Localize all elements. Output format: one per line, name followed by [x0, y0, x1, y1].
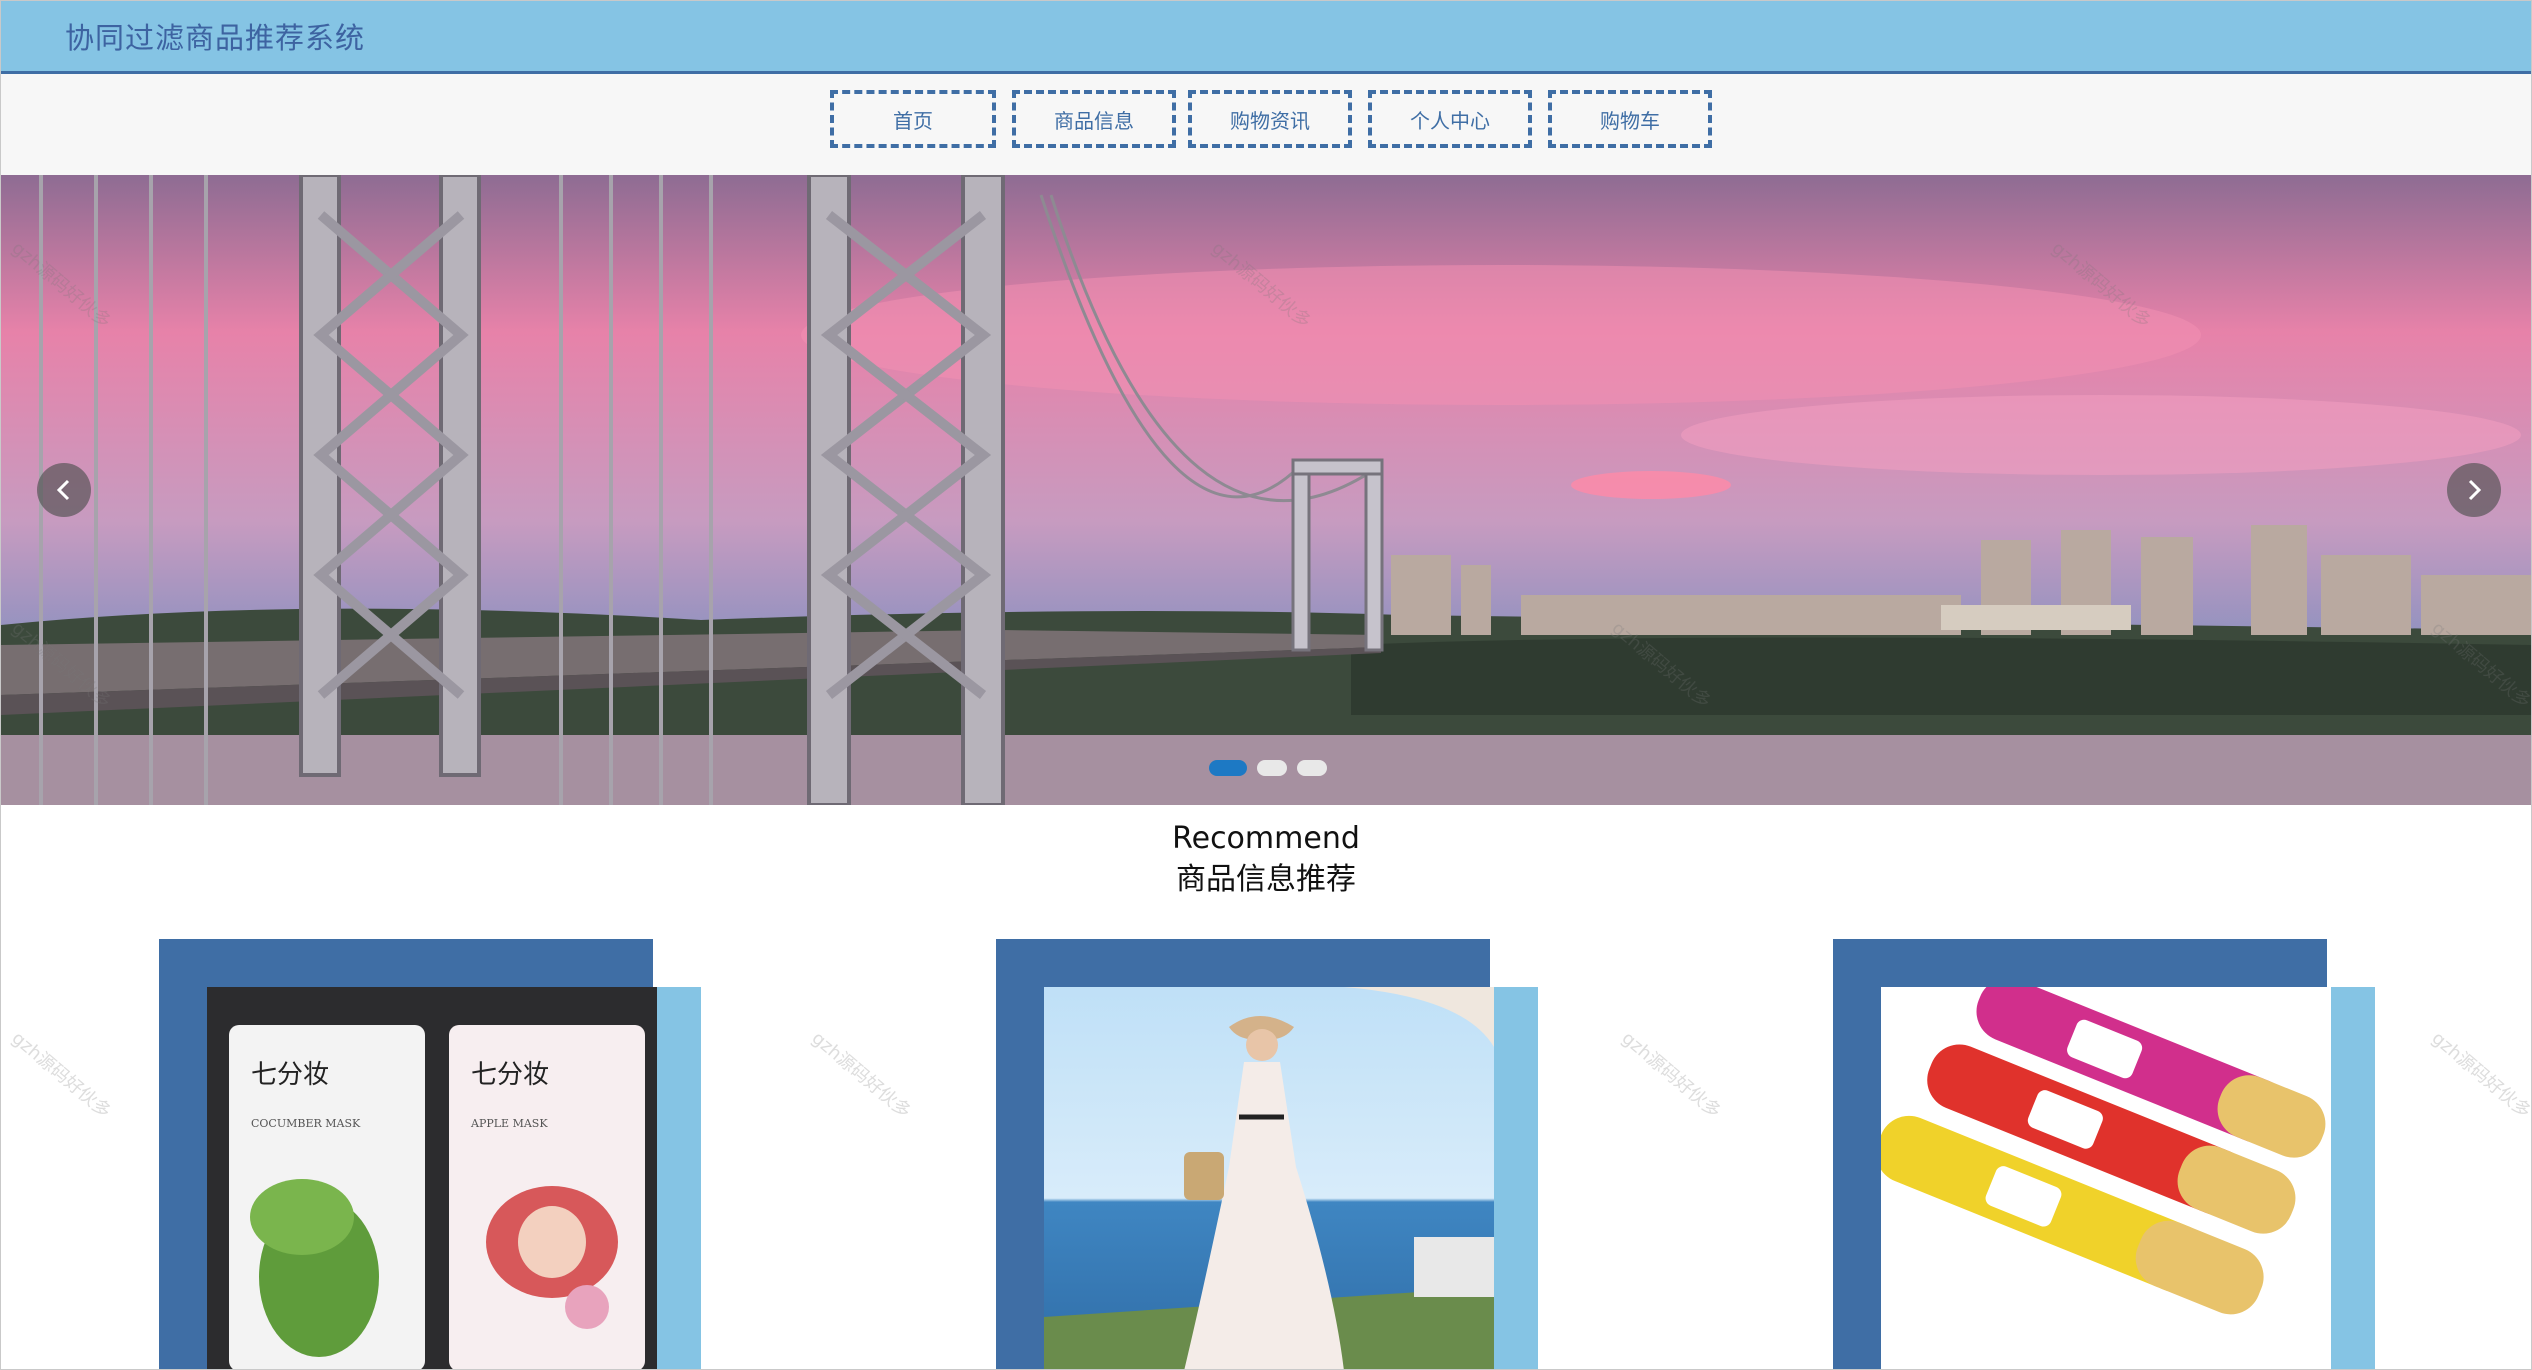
product-card-masks[interactable]: 七分妆 七分妆 COCUMBER MASK APPLE MASK: [159, 939, 733, 1369]
app-header: 协同过滤商品推荐系统: [1, 1, 2531, 74]
recommend-title-cn: 商品信息推荐: [1176, 862, 1356, 897]
carousel-next-button[interactable]: [2447, 463, 2501, 517]
product-card-chips[interactable]: [1833, 939, 2407, 1369]
carousel-indicator-3[interactable]: [1297, 760, 1327, 776]
product-card-dress[interactable]: [996, 939, 1570, 1369]
carousel-indicator-2[interactable]: [1257, 760, 1287, 776]
product-image-chips: [1881, 987, 2331, 1369]
nav-cart[interactable]: 购物车: [1548, 90, 1712, 148]
nav-home[interactable]: 首页: [830, 90, 996, 148]
watermark: gzh源码好伙多: [807, 1027, 915, 1123]
watermark: gzh源码好伙多: [1617, 1027, 1725, 1123]
recommend-title-en: Recommend: [1172, 821, 1360, 856]
product-image-masks: 七分妆 七分妆 COCUMBER MASK APPLE MASK: [207, 987, 657, 1369]
chevron-left-icon: [56, 479, 70, 501]
chevron-right-icon: [2468, 479, 2482, 501]
carousel-prev-button[interactable]: [37, 463, 91, 517]
carousel-indicator-1[interactable]: [1209, 760, 1247, 776]
nav-personal-center[interactable]: 个人中心: [1368, 90, 1532, 148]
nav-shopping-news[interactable]: 购物资讯: [1188, 90, 1352, 148]
mask-left-brand: 七分妆: [251, 1060, 329, 1090]
page-frame: 协同过滤商品推荐系统 首页 商品信息 购物资讯 个人中心 购物车 Recomme…: [0, 0, 2532, 1370]
nav-products[interactable]: 商品信息: [1012, 90, 1176, 148]
card-accent: [2327, 987, 2375, 1369]
main-nav: 首页 商品信息 购物资讯 个人中心 购物车: [1, 74, 2531, 175]
app-title: 协同过滤商品推荐系统: [65, 21, 366, 55]
card-accent: [1490, 987, 1538, 1369]
recommend-heading: Recommend 商品信息推荐: [1, 819, 2531, 901]
watermark: gzh源码好伙多: [2427, 1027, 2532, 1123]
watermark: gzh源码好伙多: [7, 1027, 115, 1123]
mask-right-name: APPLE MASK: [470, 1117, 548, 1130]
carousel-indicators: [1209, 760, 1327, 776]
card-accent: [653, 987, 701, 1369]
mask-right-brand: 七分妆: [471, 1060, 549, 1090]
mask-left-name: COCUMBER MASK: [251, 1117, 361, 1130]
product-image-dress: [1044, 987, 1494, 1369]
